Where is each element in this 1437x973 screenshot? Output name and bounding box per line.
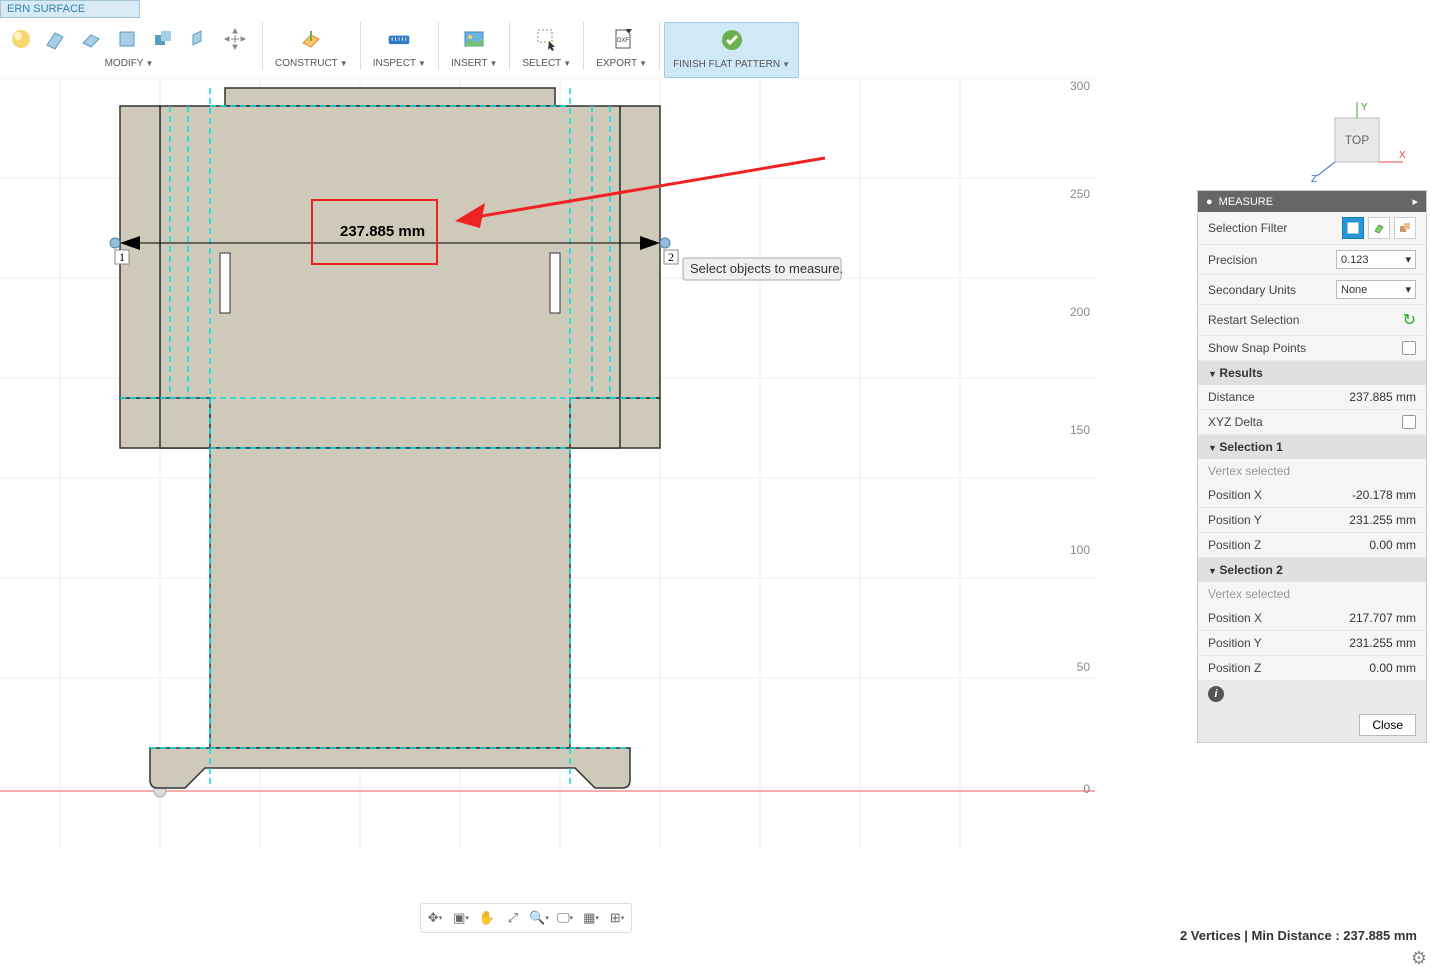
viewport-layout-icon[interactable]: ⊞▾ (607, 908, 627, 928)
selection2-section-header[interactable]: Selection 2 (1198, 558, 1426, 582)
secondary-units-row: Secondary Units None▾ (1198, 275, 1426, 305)
svg-text:X: X (1399, 150, 1406, 161)
svg-text:Select objects to measure.: Select objects to measure. (690, 261, 843, 276)
svg-text:50: 50 (1077, 660, 1091, 674)
move-icon[interactable] (220, 24, 250, 54)
svg-text:237.885 mm: 237.885 mm (340, 223, 425, 240)
toolbar-separator (262, 22, 263, 70)
distance-row: Distance237.885 mm (1198, 385, 1426, 410)
select-icon[interactable] (532, 24, 562, 54)
info-icon[interactable]: i (1208, 686, 1224, 702)
zoom-icon[interactable]: ⤢ (503, 908, 523, 928)
modify-tool-4-icon[interactable] (148, 24, 178, 54)
svg-text:2: 2 (668, 250, 674, 264)
xyz-delta-checkbox[interactable] (1402, 415, 1416, 429)
restart-selection-row[interactable]: Restart Selection ↻ (1198, 305, 1426, 336)
modify-tool-1-icon[interactable] (40, 24, 70, 54)
close-button[interactable]: Close (1359, 714, 1416, 736)
restart-icon[interactable]: ↻ (1403, 310, 1416, 330)
modify-tool-5-icon[interactable] (184, 24, 214, 54)
selection1-section-header[interactable]: Selection 1 (1198, 435, 1426, 459)
look-at-icon[interactable]: ▣▾ (451, 908, 471, 928)
measure-icon[interactable] (384, 24, 414, 54)
export-group: DXF EXPORT▼ (588, 22, 655, 78)
pan-icon[interactable]: ✋ (477, 908, 497, 928)
inspect-label: INSPECT▼ (373, 58, 426, 69)
fit-icon[interactable]: 🔍▾ (529, 908, 549, 928)
svg-text:200: 200 (1070, 305, 1090, 319)
svg-text:1: 1 (119, 250, 125, 264)
navigation-toolbar: ✥▾ ▣▾ ✋ ⤢ 🔍▾ 🖵▾ ▦▾ ⊞▾ (420, 903, 632, 933)
toolbar-separator (438, 22, 439, 70)
modify-group: MODIFY▼ (0, 22, 258, 78)
selection-filter-row: Selection Filter (1198, 212, 1426, 245)
svg-text:Y: Y (1361, 102, 1368, 113)
construct-group: CONSTRUCT▼ (267, 22, 356, 78)
s2-posy-row: Position Y231.255 mm (1198, 631, 1426, 656)
toolbar-separator (583, 22, 584, 70)
finish-label: FINISH FLAT PATTERN▼ (673, 59, 790, 70)
select-label: SELECT▼ (522, 58, 571, 69)
filter-face-icon[interactable] (1342, 217, 1364, 239)
svg-text:100: 100 (1070, 543, 1090, 557)
s2-posx-row: Position X217.707 mm (1198, 606, 1426, 631)
insert-label: INSERT▼ (451, 58, 497, 69)
finish-flat-pattern-group[interactable]: FINISH FLAT PATTERN▼ (664, 22, 799, 78)
construct-label: CONSTRUCT▼ (275, 58, 348, 69)
svg-text:Z: Z (1311, 174, 1317, 185)
s1-posx-row: Position X-20.178 mm (1198, 483, 1426, 508)
settings-gear-icon[interactable]: ⚙ (1411, 948, 1427, 969)
modify-tool-2-icon[interactable] (76, 24, 106, 54)
svg-text:0: 0 (1083, 782, 1090, 796)
xyz-delta-row: XYZ Delta (1198, 410, 1426, 435)
results-section-header[interactable]: Results (1198, 361, 1426, 385)
s2-posz-row: Position Z0.00 mm (1198, 656, 1426, 681)
construct-plane-icon[interactable] (296, 24, 326, 54)
flat-pattern-part[interactable] (120, 88, 660, 788)
display-settings-icon[interactable]: 🖵▾ (555, 908, 575, 928)
modify-label: MODIFY▼ (105, 58, 154, 69)
svg-text:300: 300 (1070, 79, 1090, 93)
orbit-icon[interactable]: ✥▾ (425, 908, 445, 928)
s1-posz-row: Position Z0.00 mm (1198, 533, 1426, 558)
filter-body-icon[interactable] (1368, 217, 1390, 239)
export-label: EXPORT▼ (596, 58, 647, 69)
measure-tooltip: Select objects to measure. (683, 258, 843, 280)
insert-image-icon[interactable] (459, 24, 489, 54)
select-group: SELECT▼ (514, 22, 579, 78)
export-dxf-icon[interactable]: DXF (607, 24, 637, 54)
main-toolbar: MODIFY▼ CONSTRUCT▼ INSPECT▼ INSERT▼ SELE… (0, 18, 1437, 78)
toolbar-separator (360, 22, 361, 70)
viewport-canvas[interactable]: 300 250 200 150 100 50 0 (0, 78, 1095, 848)
svg-text:150: 150 (1070, 423, 1090, 437)
svg-text:TOP: TOP (1345, 133, 1369, 147)
svg-text:250: 250 (1070, 187, 1090, 201)
insert-group: INSERT▼ (443, 22, 505, 78)
precision-select[interactable]: 0.123▾ (1336, 250, 1416, 269)
info-row: i (1198, 681, 1426, 708)
measure-panel: ● MEASURE▸ Selection Filter Precision 0.… (1197, 190, 1427, 743)
modify-tool-3-icon[interactable] (112, 24, 142, 54)
snap-checkbox[interactable] (1402, 341, 1416, 355)
measure-panel-header[interactable]: ● MEASURE▸ (1198, 191, 1426, 212)
appearance-icon[interactable] (8, 26, 34, 52)
view-cube[interactable]: TOP Y X Z (1307, 100, 1407, 200)
snap-points-row: Show Snap Points (1198, 336, 1426, 361)
selection2-type: Vertex selected (1198, 582, 1426, 606)
grid-settings-icon[interactable]: ▦▾ (581, 908, 601, 928)
secondary-units-select[interactable]: None▾ (1336, 280, 1416, 299)
inspect-group: INSPECT▼ (365, 22, 434, 78)
filter-component-icon[interactable] (1394, 217, 1416, 239)
toolbar-separator (509, 22, 510, 70)
workspace-tab[interactable]: ERN SURFACE (0, 0, 140, 18)
toolbar-separator (659, 22, 660, 70)
svg-text:DXF: DXF (617, 38, 629, 44)
precision-row: Precision 0.123▾ (1198, 245, 1426, 275)
selection1-type: Vertex selected (1198, 459, 1426, 483)
finish-check-icon[interactable] (717, 25, 747, 55)
status-bar: 2 Vertices | Min Distance : 237.885 mm (1180, 928, 1417, 943)
s1-posy-row: Position Y231.255 mm (1198, 508, 1426, 533)
